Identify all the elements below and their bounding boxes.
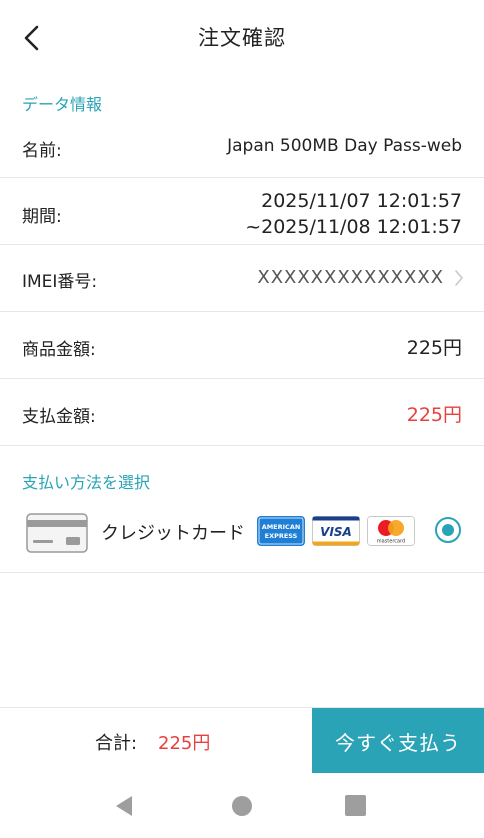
product-amount-label: 商品金額: xyxy=(22,340,96,360)
product-amount-row: 商品金額: 225円 xyxy=(0,312,484,379)
payment-method-section-label: 支払い方法を選択 xyxy=(22,473,151,492)
checkout-bar: 合計: 225円 今すぐ支払う xyxy=(0,707,484,774)
period-value: 2025/11/07 12:01:57 ~2025/11/08 12:01:57 xyxy=(245,188,462,240)
mastercard-text: mastercard xyxy=(377,539,405,545)
payment-amount-label: 支払金額: xyxy=(22,407,96,427)
name-row: 名前: Japan 500MB Day Pass-web xyxy=(0,114,484,178)
period-start: 2025/11/07 12:01:57 xyxy=(261,190,462,212)
imei-row[interactable]: IMEI番号: XXXXXXXXXXXXXX xyxy=(0,245,484,312)
nav-back-icon[interactable] xyxy=(114,795,134,817)
amex-text-bottom: EXPRESS xyxy=(265,532,298,540)
name-label: 名前: xyxy=(22,141,62,161)
visa-icon: VISA xyxy=(312,516,360,546)
credit-card-icon xyxy=(26,513,88,553)
pay-now-button[interactable]: 今すぐ支払う xyxy=(312,708,484,774)
radio-selected-icon[interactable] xyxy=(433,515,463,545)
payment-amount-value: 225円 xyxy=(406,404,462,426)
header: 注文確認 xyxy=(0,0,484,76)
credit-card-label: クレジットカード xyxy=(101,523,245,544)
imei-value: XXXXXXXXXXXXXX xyxy=(257,267,444,288)
total-label: 合計: xyxy=(95,733,138,754)
period-row: 期間: 2025/11/07 12:01:57 ~2025/11/08 12:0… xyxy=(0,178,484,245)
imei-label: IMEI番号: xyxy=(22,272,98,292)
name-value: Japan 500MB Day Pass-web xyxy=(227,136,462,156)
page-title: 注文確認 xyxy=(198,26,286,50)
credit-card-option[interactable]: クレジットカード AMERICAN EXPRESS VISA mastercar… xyxy=(0,495,484,573)
system-nav-bar xyxy=(0,773,484,838)
nav-recents-icon[interactable] xyxy=(345,795,366,816)
mastercard-icon: mastercard xyxy=(367,516,415,546)
payment-amount-row: 支払金額: 225円 xyxy=(0,379,484,446)
order-confirmation-screen: 注文確認 データ情報 名前: Japan 500MB Day Pass-web … xyxy=(0,0,484,838)
nav-home-icon[interactable] xyxy=(231,795,253,817)
period-label: 期間: xyxy=(22,207,62,227)
chevron-right-icon xyxy=(455,270,463,286)
amex-icon: AMERICAN EXPRESS xyxy=(257,516,305,546)
total-value: 225円 xyxy=(158,733,211,754)
product-amount-value: 225円 xyxy=(406,337,462,359)
data-info-section-label: データ情報 xyxy=(22,95,103,114)
period-end: ~2025/11/08 12:01:57 xyxy=(245,216,462,238)
visa-text: VISA xyxy=(320,525,352,539)
amex-text-top: AMERICAN xyxy=(262,523,301,531)
